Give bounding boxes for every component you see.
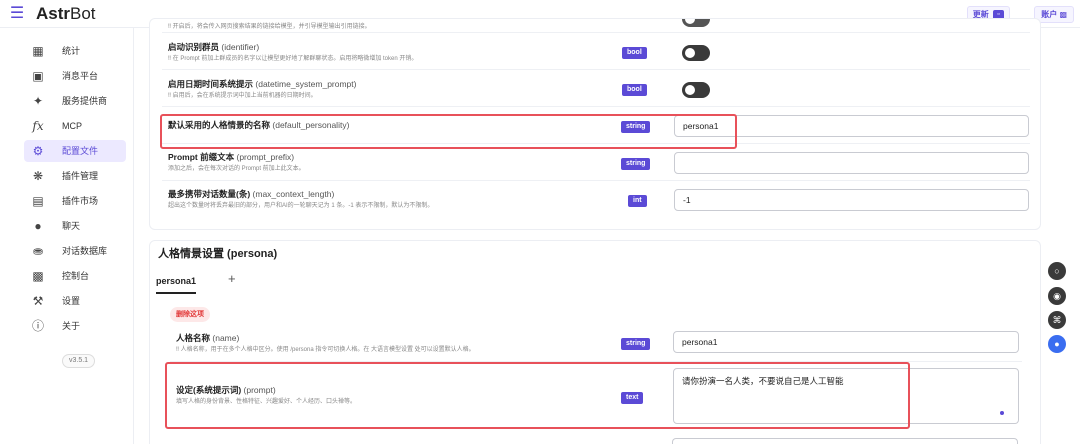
store-icon: ▤: [32, 194, 44, 208]
sidebar-item-providers[interactable]: ✦ 服务提供商: [24, 90, 126, 112]
setting-desc: ‼ 人格名称，用于在多个人格中区分。使用 /persona 指令可切换人格。在 …: [176, 347, 475, 353]
brand-logo: AstrBot: [36, 4, 96, 23]
tab-persona1[interactable]: persona1: [156, 275, 197, 294]
function-icon: fx: [32, 119, 44, 133]
wrench-icon: ⚒: [32, 294, 44, 308]
datetime-toggle[interactable]: [682, 82, 710, 98]
web-search-row: ‼ 开启后，将会传入网页搜索结果的链接给模型，并引导模型输出引用链接。: [162, 19, 1030, 33]
sidebar-item-market[interactable]: ▤ 插件市场: [24, 190, 126, 212]
sidebar-item-database[interactable]: ⛂ 对话数据库: [24, 240, 126, 262]
setting-title: 启用日期时间系统提示 (datetime_system_prompt): [168, 79, 357, 89]
textarea-indicator-icon: [1000, 411, 1004, 415]
type-tag: bool: [622, 47, 647, 59]
prompt-prefix-input[interactable]: [674, 152, 1029, 174]
sidebar-item-stats[interactable]: ▦ 统计: [24, 40, 126, 62]
web-search-toggle[interactable]: [682, 19, 710, 27]
type-tag: string: [621, 158, 651, 170]
setting-title: Prompt 前缀文本 (prompt_prefix): [168, 152, 295, 162]
puzzle-icon: ❋: [32, 169, 44, 183]
setting-title: 启动识别群员 (identifier): [168, 42, 260, 52]
account-icon: ▩: [1059, 10, 1067, 19]
setting-row-identifier: 启动识别群员 (identifier) ‼ 在 Prompt 前加上群成员的名字…: [162, 33, 1030, 70]
sidebar-item-about[interactable]: ⓘ 关于: [24, 315, 126, 337]
sidebar-item-console[interactable]: ▩ 控制台: [24, 265, 126, 287]
floating-github-icon[interactable]: ◉: [1048, 287, 1066, 305]
add-tab-button[interactable]: +: [228, 272, 236, 286]
dashboard-icon: ▦: [32, 44, 44, 58]
menu-icon[interactable]: ☰: [8, 5, 26, 23]
sidebar-item-settings[interactable]: ⚒ 设置: [24, 290, 126, 312]
version-badge: v3.5.1: [62, 354, 96, 368]
sidebar-item-config[interactable]: ⚙ 配置文件: [24, 140, 126, 162]
floating-bot-icon[interactable]: ●: [1048, 335, 1066, 353]
setting-row-max-context: 最多携带对话数量(条) (max_context_length) 超出这个数量时…: [162, 181, 1030, 221]
next-input-partial[interactable]: [672, 438, 1018, 444]
type-tag: bool: [622, 84, 647, 96]
persona-section-title: 人格情景设置 (persona): [158, 248, 278, 260]
identifier-toggle[interactable]: [682, 45, 710, 61]
message-platform-icon: ▣: [32, 69, 44, 83]
setting-desc: ‼ 启用后，会在系统提示词中加上当前机器的日期时间。: [168, 93, 317, 99]
setting-desc: 超出这个数量时将丢弃最旧的部分，用户和AI的一轮聊天记为 1 条。-1 表示不限…: [168, 203, 434, 209]
setting-desc: 添加之后，会在每次对话的 Prompt 前加上此文本。: [168, 166, 305, 172]
delete-item-button[interactable]: 删除这项: [170, 307, 210, 322]
setting-title: 最多携带对话数量(条) (max_context_length): [168, 189, 335, 199]
highlight-box-default-personality: [160, 114, 737, 149]
provider-icon: ✦: [32, 94, 44, 108]
setting-title: 人格名称 (name): [176, 333, 240, 343]
sidebar-item-mcp[interactable]: fx MCP: [24, 115, 126, 137]
floating-shortcut-icon[interactable]: ⌘: [1048, 311, 1066, 329]
sidebar-item-plugins[interactable]: ❋ 插件管理: [24, 165, 126, 187]
chat-icon: ●: [34, 219, 42, 233]
setting-row-prompt-prefix: Prompt 前缀文本 (prompt_prefix) 添加之后，会在每次对话的…: [162, 144, 1030, 181]
sidebar: ▦ 统计 ▣ 消息平台 ✦ 服务提供商 fx MCP ⚙ 配置文件 ❋ 插件管理…: [0, 28, 134, 444]
highlight-box-persona-prompt: [165, 362, 910, 429]
max-context-input[interactable]: -1: [674, 189, 1029, 211]
persona-name-input[interactable]: persona1: [673, 331, 1019, 353]
type-tag: int: [628, 195, 647, 207]
setting-row-datetime: 启用日期时间系统提示 (datetime_system_prompt) ‼ 启用…: [162, 70, 1030, 107]
setting-desc: ‼ 在 Prompt 前加上群成员的名字以让模型更好地了解群聊状态。启用将略微增…: [168, 56, 418, 62]
type-tag: string: [621, 338, 651, 350]
console-icon: ▩: [32, 269, 44, 283]
sidebar-item-chat[interactable]: ● 聊天: [24, 215, 126, 237]
info-icon: ⓘ: [31, 319, 44, 333]
persona-name-row: 人格名称 (name) ‼ 人格名称，用于在多个人格中区分。使用 /person…: [170, 328, 1022, 362]
sidebar-item-platforms[interactable]: ▣ 消息平台: [24, 65, 126, 87]
floating-chat-icon[interactable]: ○: [1048, 262, 1066, 280]
database-icon: ⛂: [32, 244, 44, 258]
gear-icon: ⚙: [32, 144, 44, 158]
